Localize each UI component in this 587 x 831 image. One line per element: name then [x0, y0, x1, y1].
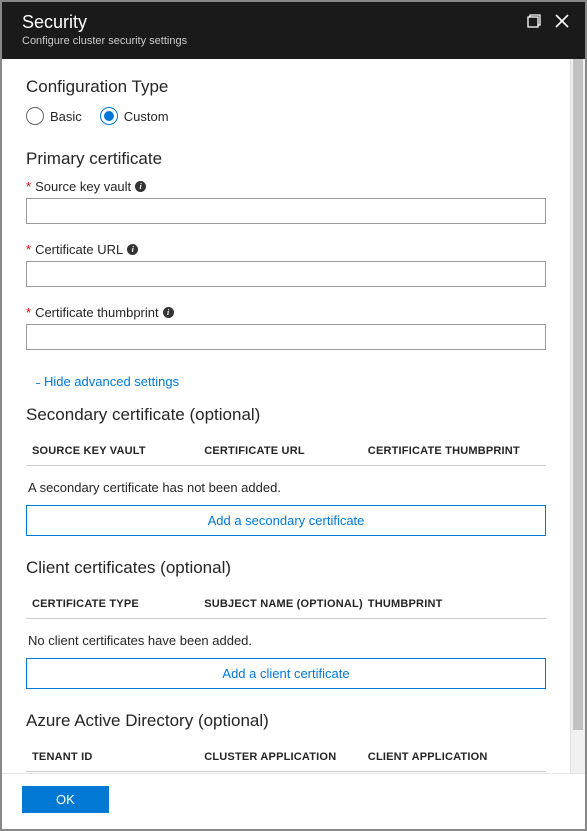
client-certs-heading: Client certificates (optional): [26, 558, 546, 578]
client-col-type: CERTIFICATE TYPE: [32, 598, 204, 610]
certificate-thumbprint-field: * Certificate thumbprint i: [26, 305, 546, 350]
aad-col-client: CLIENT APPLICATION: [368, 751, 540, 763]
radio-custom-circle: [100, 107, 118, 125]
required-star: *: [26, 305, 31, 320]
source-key-vault-label-row: * Source key vault i: [26, 179, 546, 194]
blade-title: Security: [22, 12, 187, 33]
ok-button[interactable]: OK: [22, 786, 109, 813]
source-key-vault-field: * Source key vault i: [26, 179, 546, 224]
certificate-thumbprint-label: Certificate thumbprint: [35, 305, 159, 320]
certificate-thumbprint-input[interactable]: [26, 324, 546, 350]
info-icon[interactable]: i: [163, 307, 174, 318]
radio-basic-label: Basic: [50, 109, 82, 124]
scrollbar-thumb[interactable]: [573, 59, 583, 730]
info-icon[interactable]: i: [127, 244, 138, 255]
radio-basic[interactable]: Basic: [26, 107, 82, 125]
config-type-radios: Basic Custom: [26, 107, 546, 125]
secondary-col-thumb: CERTIFICATE THUMBPRINT: [368, 445, 540, 457]
aad-heading: Azure Active Directory (optional): [26, 711, 546, 731]
aad-table-header: TENANT ID CLUSTER APPLICATION CLIENT APP…: [26, 743, 546, 772]
secondary-col-url: CERTIFICATE URL: [204, 445, 368, 457]
hide-advanced-link[interactable]: ˗ Hide advanced settings: [36, 374, 179, 389]
radio-basic-circle: [26, 107, 44, 125]
content-area: Configuration Type Basic Custom Primary …: [2, 59, 570, 773]
certificate-url-input[interactable]: [26, 261, 546, 287]
secondary-col-source: SOURCE KEY VAULT: [32, 445, 204, 457]
blade-header: Security Configure cluster security sett…: [2, 2, 585, 59]
security-blade: Security Configure cluster security sett…: [0, 0, 587, 831]
content-wrapper: Configuration Type Basic Custom Primary …: [2, 59, 585, 773]
certificate-thumbprint-label-row: * Certificate thumbprint i: [26, 305, 546, 320]
radio-custom-dot: [104, 111, 114, 121]
source-key-vault-input[interactable]: [26, 198, 546, 224]
add-secondary-cert-button[interactable]: Add a secondary certificate: [26, 505, 546, 536]
add-client-cert-button[interactable]: Add a client certificate: [26, 658, 546, 689]
secondary-cert-empty: A secondary certificate has not been add…: [26, 466, 546, 505]
aad-col-tenant: TENANT ID: [32, 751, 204, 763]
info-icon[interactable]: i: [135, 181, 146, 192]
certificate-url-label: Certificate URL: [35, 242, 123, 257]
header-titles: Security Configure cluster security sett…: [22, 12, 187, 47]
restore-icon[interactable]: [527, 14, 541, 28]
client-col-thumb: THUMBPRINT: [368, 598, 540, 610]
radio-custom-label: Custom: [124, 109, 169, 124]
blade-subtitle: Configure cluster security settings: [22, 35, 187, 47]
primary-cert-heading: Primary certificate: [26, 149, 546, 169]
close-icon[interactable]: [555, 14, 569, 28]
source-key-vault-label: Source key vault: [35, 179, 131, 194]
radio-custom[interactable]: Custom: [100, 107, 169, 125]
blade-footer: OK: [2, 773, 585, 829]
certificate-url-label-row: * Certificate URL i: [26, 242, 546, 257]
aad-col-cluster: CLUSTER APPLICATION: [204, 751, 368, 763]
config-type-heading: Configuration Type: [26, 77, 546, 97]
header-actions: [527, 12, 569, 28]
secondary-cert-heading: Secondary certificate (optional): [26, 405, 546, 425]
scrollbar-track[interactable]: [570, 59, 585, 773]
certificate-url-field: * Certificate URL i: [26, 242, 546, 287]
required-star: *: [26, 242, 31, 257]
client-col-subject: SUBJECT NAME (OPTIONAL): [204, 598, 368, 610]
required-star: *: [26, 179, 31, 194]
aad-empty: An Azure Active Directory has not been a…: [26, 772, 546, 773]
secondary-cert-table-header: SOURCE KEY VAULT CERTIFICATE URL CERTIFI…: [26, 437, 546, 466]
client-certs-empty: No client certificates have been added.: [26, 619, 546, 658]
client-certs-table-header: CERTIFICATE TYPE SUBJECT NAME (OPTIONAL)…: [26, 590, 546, 619]
